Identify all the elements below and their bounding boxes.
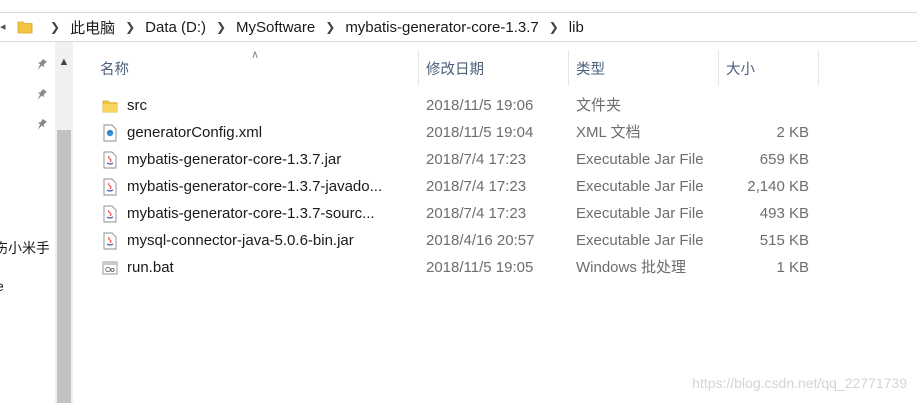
file-date: 2018/11/5 19:04 — [426, 124, 534, 141]
chevron-left-icon[interactable]: ◂ — [0, 20, 8, 34]
column-header-type[interactable]: 类型 — [568, 48, 718, 88]
file-size: 493 KB — [759, 205, 809, 222]
scrollbar-thumb[interactable] — [57, 130, 71, 403]
pin-icon[interactable] — [34, 88, 50, 104]
file-date: 2018/7/4 17:23 — [426, 205, 527, 222]
file-type: Executable Jar File — [576, 205, 704, 222]
file-size: 2,140 KB — [747, 178, 809, 195]
file-size: 1 KB — [776, 259, 809, 276]
file-size — [726, 92, 809, 119]
jar-file-icon — [101, 205, 119, 223]
file-name[interactable]: mysql-connector-java-5.0.6-bin.jar — [127, 227, 415, 254]
batch-file-icon — [101, 259, 119, 277]
column-header-label: 修改日期 — [426, 61, 484, 78]
file-row[interactable]: mybatis-generator-core-1.3.7-sourc... 201… — [80, 200, 840, 227]
chevron-right-icon[interactable]: ❯ — [543, 20, 565, 34]
xml-file-icon — [101, 124, 119, 142]
pin-icon[interactable] — [34, 58, 50, 74]
jar-file-icon — [101, 178, 119, 196]
chevron-right-icon[interactable]: ❯ — [119, 20, 141, 34]
breadcrumb: ❯ 此电脑 ❯ Data (D:) ❯ MySoftware ❯ mybatis… — [44, 13, 588, 41]
jar-file-icon — [101, 151, 119, 169]
file-size: 659 KB — [759, 151, 809, 168]
scroll-up-arrow-icon[interactable]: ▲ — [55, 42, 73, 82]
file-date: 2018/11/5 19:05 — [426, 259, 534, 276]
file-name[interactable]: mybatis-generator-core-1.3.7-sourc... — [127, 200, 415, 227]
address-bar[interactable]: ◂ ❯ 此电脑 ❯ Data (D:) ❯ MySoftware ❯ mybat… — [0, 12, 917, 42]
file-name[interactable]: mybatis-generator-core-1.3.7.jar — [127, 146, 415, 173]
column-header-name[interactable]: 名称 — [92, 48, 418, 88]
file-type: Executable Jar File — [576, 151, 704, 168]
navigation-pane: 伤小米手 e ▲ — [0, 42, 73, 403]
file-row[interactable]: mybatis-generator-core-1.3.7.jar 2018/7/4… — [80, 146, 840, 173]
breadcrumb-generator-core[interactable]: mybatis-generator-core-1.3.7 — [341, 19, 542, 36]
chevron-right-icon[interactable]: ❯ — [44, 20, 66, 34]
column-divider[interactable] — [818, 50, 819, 86]
breadcrumb-this-pc[interactable]: 此电脑 — [66, 17, 119, 38]
file-row[interactable]: run.bat 2018/11/5 19:05 Windows 批处理 1 KB — [80, 254, 840, 281]
file-row[interactable]: generatorConfig.xml 2018/11/5 19:04 XML 文档… — [80, 119, 840, 146]
file-date: 2018/7/4 17:23 — [426, 178, 527, 195]
folder-icon — [101, 97, 119, 115]
folder-icon — [17, 21, 33, 34]
pin-icon[interactable] — [34, 118, 50, 134]
file-row[interactable]: src 2018/11/5 19:06 文件夹 — [80, 92, 840, 119]
file-date: 2018/11/5 19:06 — [426, 97, 534, 114]
breadcrumb-drive[interactable]: Data (D:) — [141, 19, 210, 36]
file-row[interactable]: mybatis-generator-core-1.3.7-javado... 20… — [80, 173, 840, 200]
nav-scrollbar[interactable]: ▲ — [55, 42, 73, 403]
file-name[interactable]: src — [127, 92, 415, 119]
breadcrumb-lib[interactable]: lib — [565, 19, 588, 36]
breadcrumb-mysoftware[interactable]: MySoftware — [232, 19, 319, 36]
watermark: https://blog.csdn.net/qq_22771739 — [692, 375, 907, 391]
file-date: 2018/7/4 17:23 — [426, 151, 527, 168]
file-date: 2018/4/16 20:57 — [426, 232, 535, 249]
file-size: 2 KB — [776, 124, 809, 141]
file-name[interactable]: run.bat — [127, 254, 415, 281]
column-header-label: 大小 — [726, 61, 755, 78]
file-type: Executable Jar File — [576, 178, 704, 195]
column-header-date[interactable]: 修改日期 — [418, 48, 568, 88]
column-header-label: 名称 — [100, 61, 129, 78]
file-type: Windows 批处理 — [576, 259, 687, 276]
file-row[interactable]: mysql-connector-java-5.0.6-bin.jar 2018/4… — [80, 227, 840, 254]
file-name[interactable]: mybatis-generator-core-1.3.7-javado... — [127, 173, 415, 200]
file-type: Executable Jar File — [576, 232, 704, 249]
file-type: 文件夹 — [576, 97, 622, 114]
nav-item-label[interactable]: 伤小米手 — [0, 238, 49, 258]
jar-file-icon — [101, 232, 119, 250]
chevron-right-icon[interactable]: ❯ — [210, 20, 232, 34]
file-type: XML 文档 — [576, 124, 641, 141]
file-name[interactable]: generatorConfig.xml — [127, 119, 415, 146]
file-size: 515 KB — [759, 232, 809, 249]
column-header-size[interactable]: 大小 — [718, 48, 818, 88]
column-header-label: 类型 — [576, 61, 605, 78]
nav-item-label[interactable]: e — [0, 278, 51, 294]
chevron-right-icon[interactable]: ❯ — [319, 20, 341, 34]
